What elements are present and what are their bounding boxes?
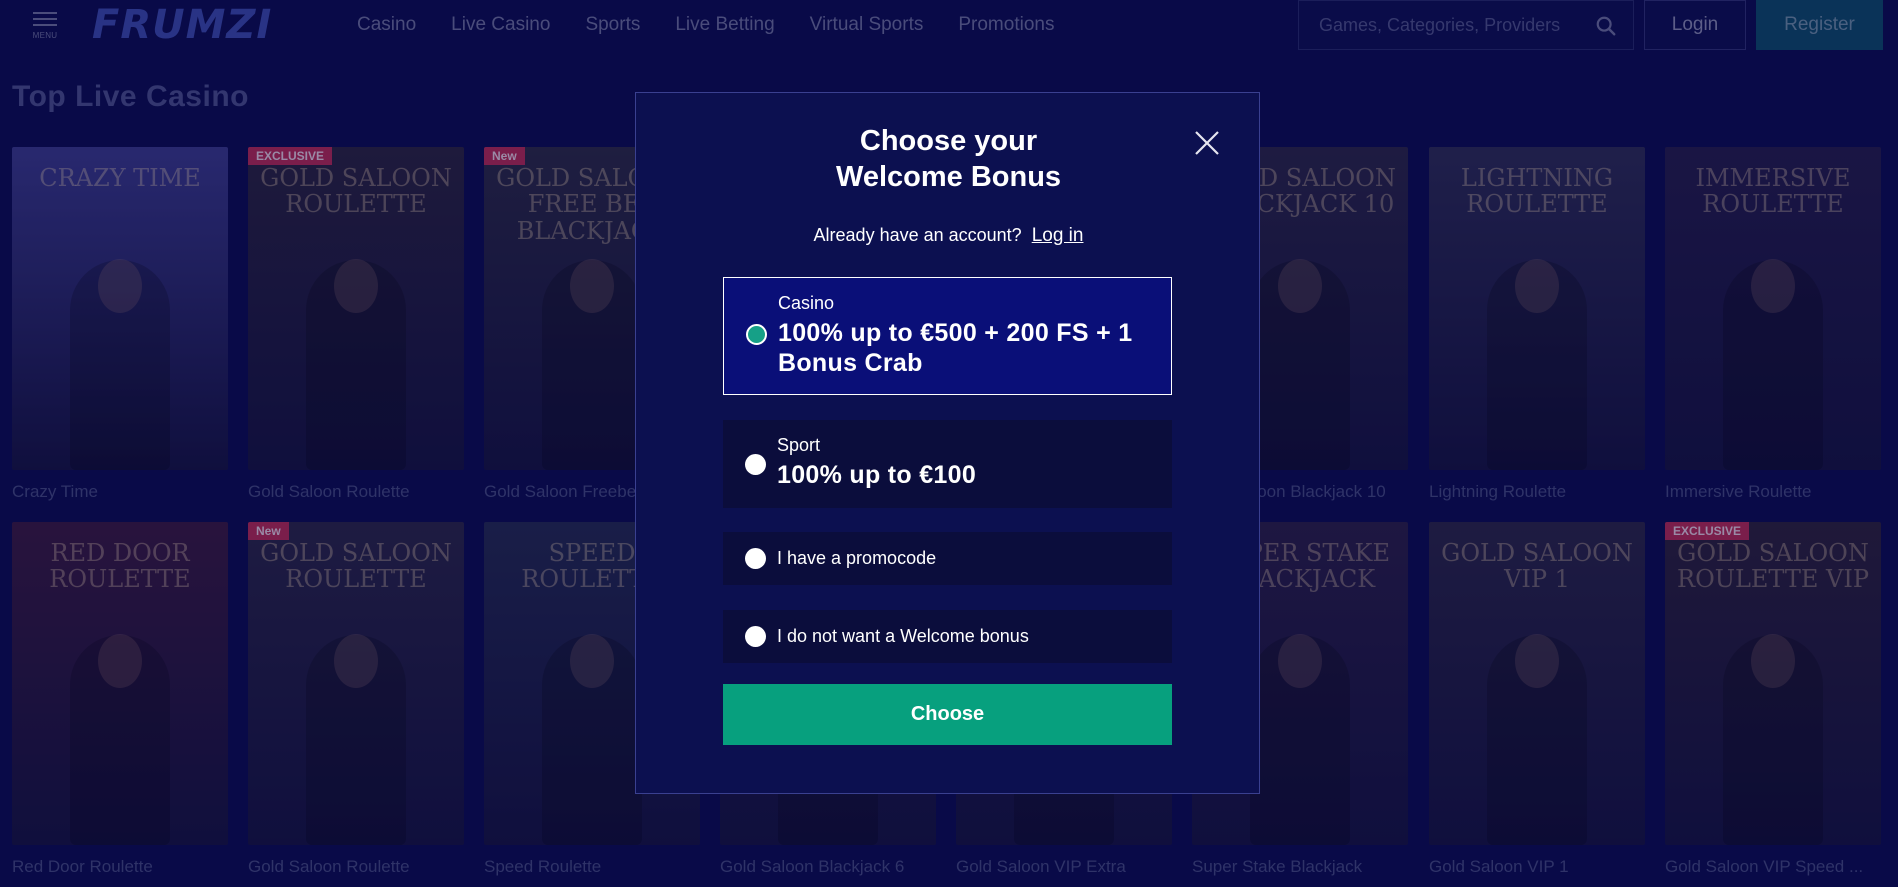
option-value-casino-line1: 100% up to €500 + 200 FS + 1 (778, 319, 1133, 347)
modal-title-line2: Welcome Bonus (835, 161, 1062, 193)
bonus-option-none[interactable]: I do not want a Welcome bonus (723, 610, 1172, 663)
game-badge: EXCLUSIVE (1665, 522, 1750, 540)
modal-title: Choose your Welcome Bonus (636, 123, 1261, 195)
login-link[interactable]: Log in (1032, 225, 1084, 246)
account-prompt: Already have an account? (813, 225, 1022, 245)
option-value-casino: 100% up to €500 + 200 FS + 1 Bonus Crab (778, 318, 1132, 378)
option-label-promocode: I have a promocode (777, 548, 937, 568)
bonus-option-casino[interactable]: Casino 100% up to €500 + 200 FS + 1 Bonu… (723, 277, 1172, 395)
game-badge: New (484, 147, 525, 165)
option-label-casino: Casino (778, 293, 835, 313)
bonus-option-promocode[interactable]: I have a promocode (723, 532, 1172, 585)
radio-casino[interactable] (746, 324, 767, 345)
option-value-sport: 100% up to €100 (777, 461, 977, 489)
radio-none[interactable] (745, 626, 766, 647)
account-line: Already have an account? Log in (636, 225, 1261, 247)
radio-promocode[interactable] (745, 548, 766, 569)
choose-button[interactable]: Choose (723, 684, 1172, 745)
radio-sport[interactable] (745, 454, 766, 475)
option-value-casino-line2: Bonus Crab (778, 349, 923, 377)
option-label-sport: Sport (777, 435, 821, 455)
option-label-none: I do not want a Welcome bonus (777, 626, 1029, 646)
welcome-bonus-modal: Choose your Welcome Bonus Already have a… (635, 92, 1260, 794)
game-badge: EXCLUSIVE (248, 147, 333, 165)
bonus-option-sport[interactable]: Sport 100% up to €100 (723, 420, 1172, 508)
modal-title-line1: Choose your (859, 125, 1038, 157)
game-badge: New (248, 522, 289, 540)
close-icon[interactable] (1191, 127, 1223, 159)
